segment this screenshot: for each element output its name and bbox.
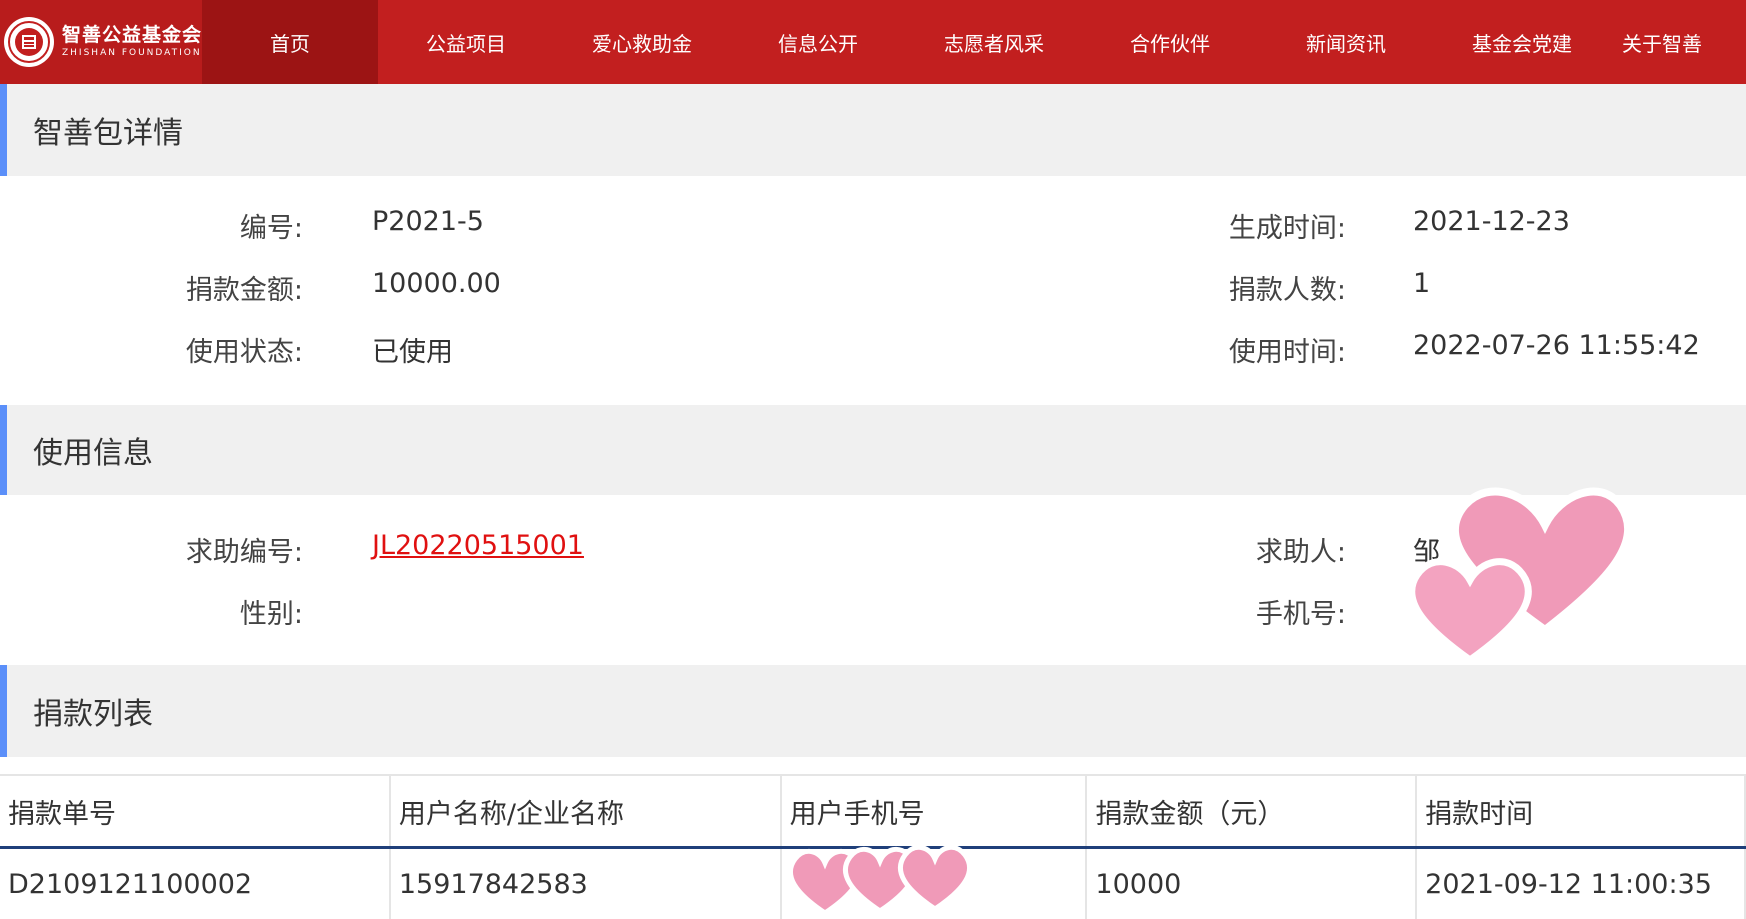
cell-time: 2021-09-12 11:00:35 [1416,848,1745,919]
amount-value: 10000.00 [372,268,501,299]
created-value: 2021-12-23 [1413,206,1570,237]
nav-disclosure[interactable]: 信息公开 [730,0,906,84]
created-label: 生成时间: [1229,206,1346,245]
request-code-link[interactable]: JL20220515001 [372,530,584,561]
hearts-sticker-icon [1395,480,1625,670]
requester-value: 邹 [1413,530,1440,569]
nav-party-building[interactable]: 基金会党建 [1434,0,1610,84]
cell-amount: 10000 [1086,848,1416,919]
code-value: P2021-5 [372,206,484,237]
status-label: 使用状态: [186,330,303,369]
brand-name-cn: 智善公益基金会 [62,25,202,46]
column-header-amount: 捐款金额（元） [1086,775,1416,848]
request-code-label: 求助编号: [186,530,303,569]
requester-label: 求助人: [1256,530,1346,569]
nav-partners[interactable]: 合作伙伴 [1082,0,1258,84]
nav-home[interactable]: 首页 [202,0,378,84]
section-title-detail: 智善包详情 [0,84,1746,176]
section-title-usage: 使用信息 [0,405,1746,495]
status-value: 已使用 [372,330,453,369]
cell-order-no: D2109121100002 [0,848,390,919]
table-row: D2109121100002 15917842583 10000 2021-09… [0,848,1745,919]
cell-user-name: 15917842583 [390,848,781,919]
used-time-label: 使用时间: [1229,330,1346,369]
donors-label: 捐款人数: [1229,268,1346,307]
phone-value: 51 [1530,592,1564,623]
column-header-time: 捐款时间 [1416,775,1745,848]
amount-label: 捐款金额: [186,268,303,307]
nav-volunteers[interactable]: 志愿者风采 [906,0,1082,84]
seal-icon [4,17,54,67]
nav-about[interactable]: 关于智善 [1610,0,1706,84]
foundation-logo[interactable]: 智善公益基金会 ZHISHAN FOUNDATION [0,0,202,84]
nav-projects[interactable]: 公益项目 [378,0,554,84]
section-title-donations: 捐款列表 [0,665,1746,757]
brand-name-en: ZHISHAN FOUNDATION [62,49,202,59]
nav-relief-fund[interactable]: 爱心救助金 [554,0,730,84]
top-navigation: 智善公益基金会 ZHISHAN FOUNDATION 首页 公益项目 爱心救助金… [0,0,1746,84]
gender-label: 性别: [240,592,303,631]
phone-label: 手机号: [1256,592,1346,631]
column-header-user-phone: 用户手机号 [781,775,1087,848]
column-header-user-name: 用户名称/企业名称 [390,775,781,848]
nav-news[interactable]: 新闻资讯 [1258,0,1434,84]
code-label: 编号: [240,206,303,245]
used-time-value: 2022-07-26 11:55:42 [1413,330,1700,361]
column-header-order-no: 捐款单号 [0,775,390,848]
table-header-row: 捐款单号 用户名称/企业名称 用户手机号 捐款金额（元） 捐款时间 [0,775,1745,848]
donors-value: 1 [1413,268,1430,299]
donations-table: 捐款单号 用户名称/企业名称 用户手机号 捐款金额（元） 捐款时间 D21091… [0,774,1746,919]
cell-user-phone [781,848,1087,919]
